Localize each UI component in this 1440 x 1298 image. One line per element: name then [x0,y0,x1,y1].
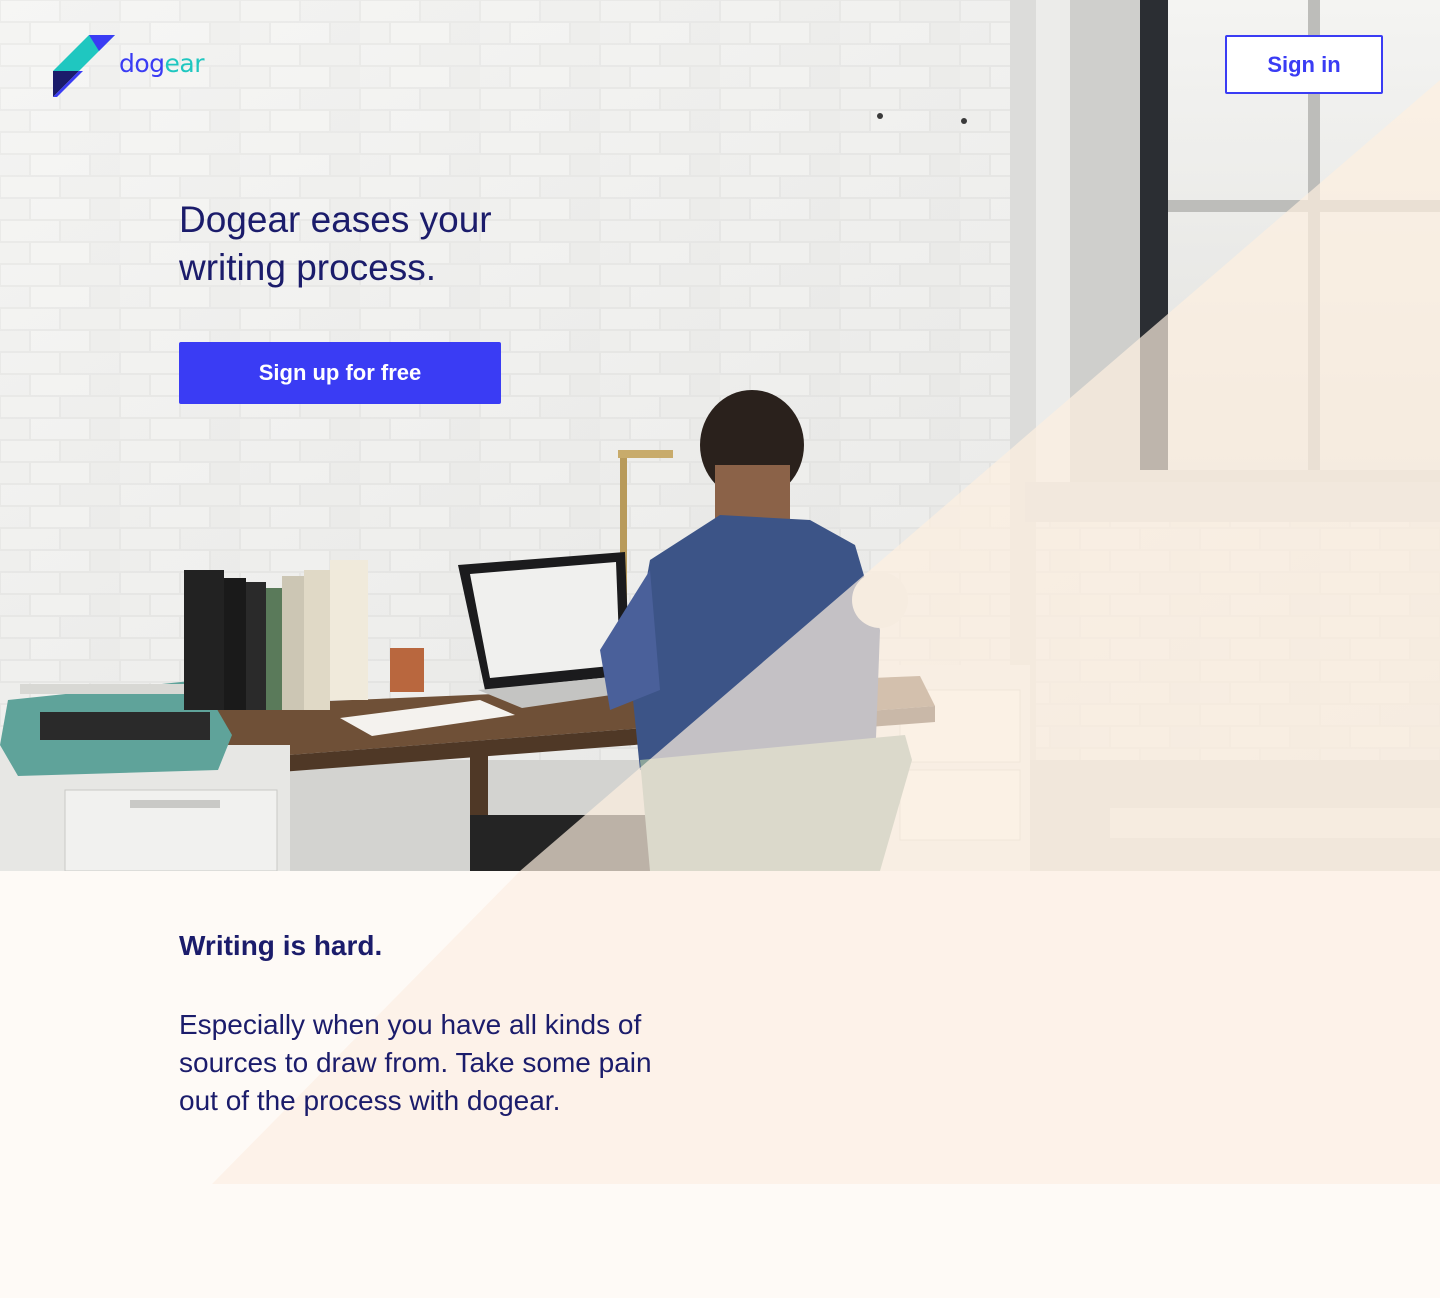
dogear-logo-icon [53,35,115,97]
intro-body: Especially when you have all kinds of so… [179,1009,652,1116]
hero-photo [0,0,1440,871]
intro-heading: Writing is hard. [179,930,383,961]
sign-in-button[interactable]: Sign in [1225,35,1383,94]
landing-page: dogear Sign in Dogear eases your writing… [0,0,1440,1298]
dogear-logo[interactable]: dogear [53,35,205,98]
logo-wordmark: dogear [119,49,205,78]
logo-word-part1: dog [119,49,165,78]
sign-up-button[interactable]: Sign up for free [179,342,501,404]
logo-word-part2: ear [164,49,205,78]
hero-title: Dogear eases your writing process. [179,199,492,288]
